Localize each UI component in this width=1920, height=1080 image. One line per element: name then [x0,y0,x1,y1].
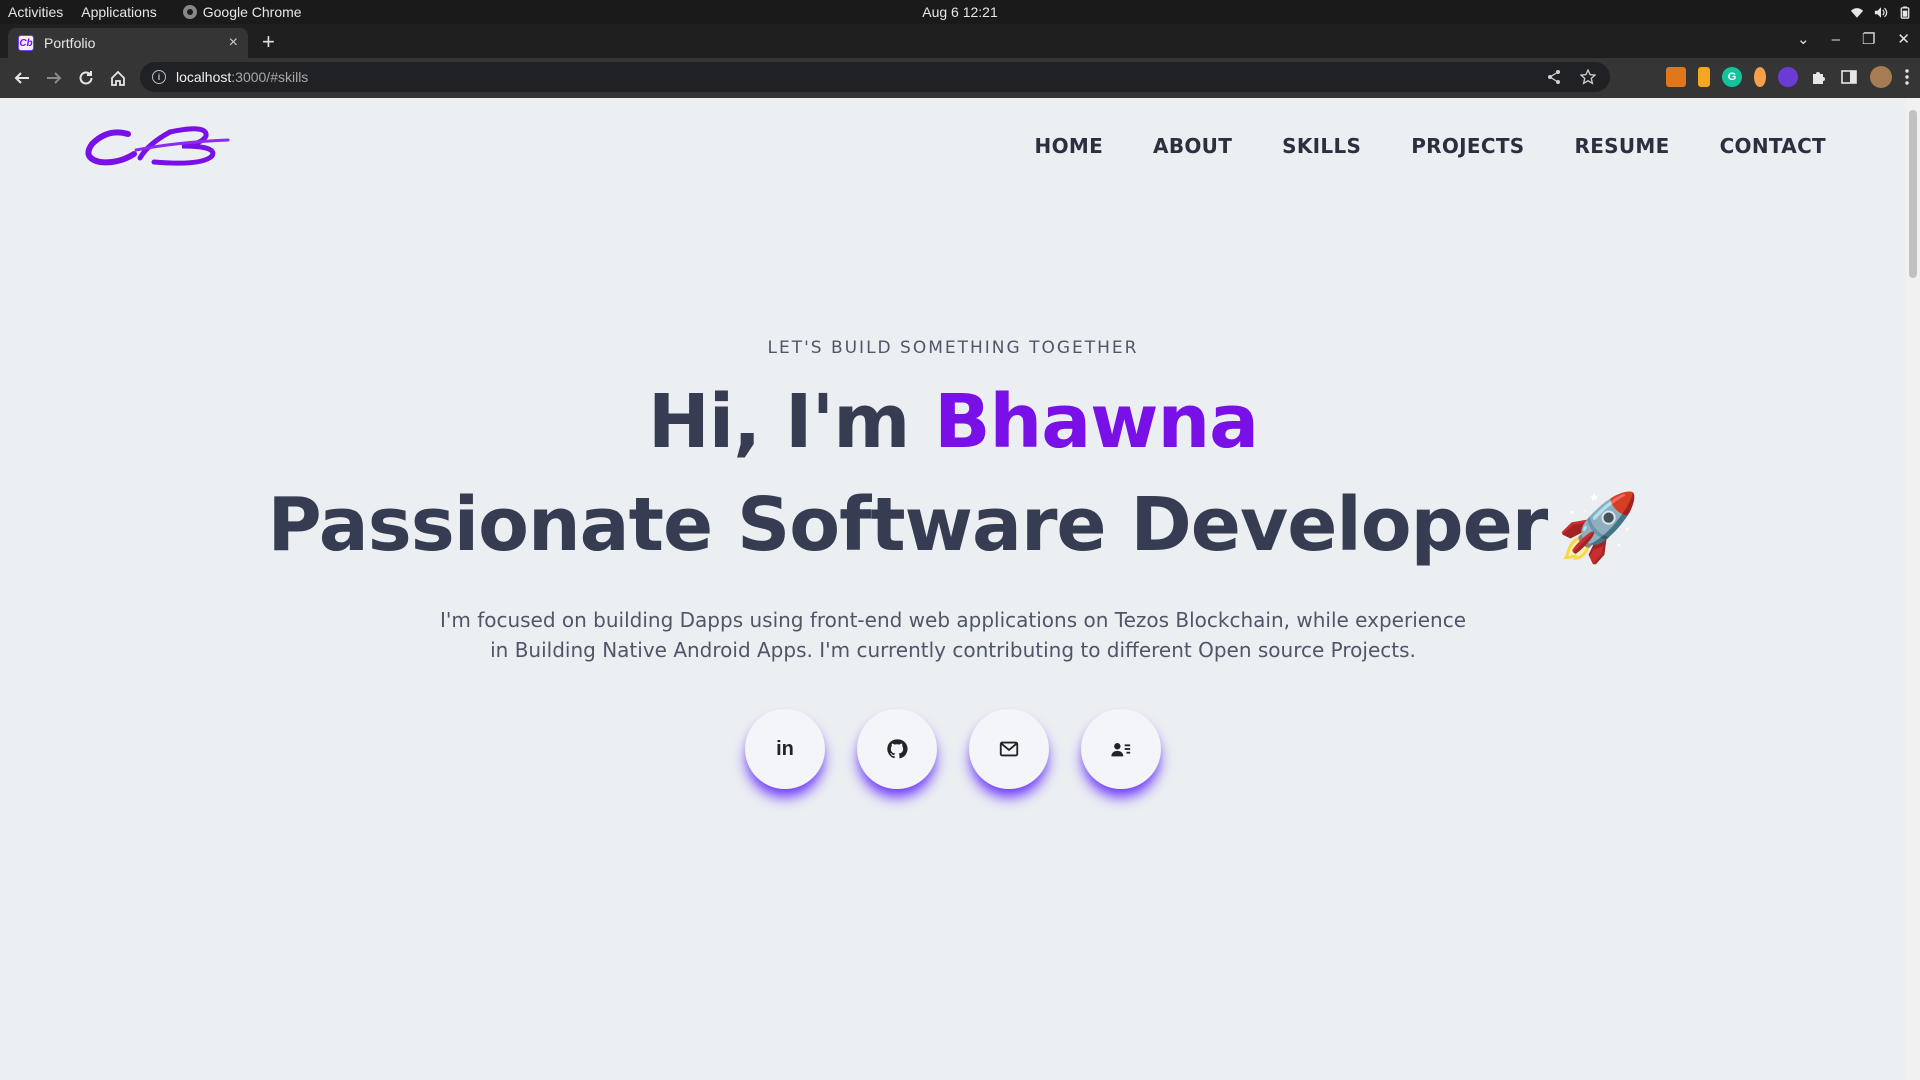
more-menu-icon[interactable] [1904,68,1910,86]
nav-resume[interactable]: RESUME [1575,134,1670,158]
mail-icon [999,741,1019,757]
nav-about[interactable]: ABOUT [1153,134,1232,158]
wifi-icon [1850,7,1864,18]
site-nav: HOME ABOUT SKILLS PROJECTS RESUME CONTAC… [1035,134,1826,158]
extension-icon[interactable] [1778,67,1798,87]
app-name: Google Chrome [202,4,302,20]
scrollbar-thumb[interactable] [1909,110,1917,278]
site-logo[interactable] [78,114,238,174]
linkedin-icon: in [776,737,794,760]
resume-contact-button[interactable] [1081,709,1161,789]
os-top-bar: Activities Applications Google Chrome Au… [0,0,1920,24]
minimize-button[interactable]: – [1832,31,1840,48]
profile-avatar[interactable] [1870,66,1892,88]
hero-name: Bhawna [934,379,1259,465]
hero-intro: I'm focused on building Dapps using fron… [439,608,1467,662]
new-tab-button[interactable]: + [262,30,275,54]
tab-close-button[interactable]: × [229,34,238,52]
extension-icon[interactable] [1754,67,1766,87]
page-scrollbar[interactable] [1906,98,1920,1080]
reload-icon [79,71,93,85]
puzzle-icon[interactable] [1810,68,1828,86]
browser-toolbar: i localhost:3000/#skills G [0,58,1920,98]
applications-menu[interactable]: Applications [81,4,157,20]
cb-signature-logo-icon [85,126,230,166]
extension-icon[interactable] [1698,67,1710,87]
home-icon [111,70,125,86]
bookmark-star-icon[interactable] [1580,69,1596,85]
hero-role: Passionate Software Developer 🚀 [0,470,1906,583]
metamask-extension-icon[interactable] [1666,67,1686,87]
github-icon [887,739,908,759]
tab-strip: Cb Portfolio × + ⌄ – ❐ ✕ [0,24,1920,58]
nav-projects[interactable]: PROJECTS [1411,134,1524,158]
address-bar[interactable]: i localhost:3000/#skills [140,62,1610,92]
nav-skills[interactable]: SKILLS [1282,134,1361,158]
github-button[interactable] [857,709,937,789]
greeting-text: Hi, I'm [647,379,935,465]
tab-portfolio[interactable]: Cb Portfolio × [8,28,248,58]
arrow-right-icon [47,72,62,84]
volume-icon [1874,6,1888,18]
url-host: localhost [176,69,232,85]
email-button[interactable] [969,709,1049,789]
role-text: Passionate Software Developer [267,482,1549,568]
close-window-button[interactable]: ✕ [1897,30,1910,48]
window-controls: ⌄ – ❐ ✕ [1797,30,1910,49]
clock[interactable]: Aug 6 12:21 [922,4,998,20]
maximize-button[interactable]: ❐ [1862,30,1875,48]
nav-contact[interactable]: CONTACT [1720,134,1826,158]
battery-icon [1900,5,1910,19]
social-links: in [0,709,1906,789]
tab-title: Portfolio [44,35,96,51]
home-button[interactable] [102,62,134,94]
rocket-icon: 🚀 [1557,489,1639,566]
side-panel-icon[interactable] [1840,68,1858,86]
extensions-area: G [1666,66,1910,88]
system-tray[interactable] [1850,5,1912,19]
hero-section: LET'S BUILD SOMETHING TOGETHER Hi, I'm B… [0,338,1906,789]
linkedin-button[interactable]: in [745,709,825,789]
grammarly-extension-icon[interactable]: G [1722,67,1742,87]
nav-home[interactable]: HOME [1035,134,1104,158]
forward-button[interactable] [38,62,70,94]
hero-greeting: Hi, I'm Bhawna [0,372,1906,472]
url-path: :3000/#skills [231,69,309,85]
share-icon[interactable] [1546,69,1562,85]
reload-button[interactable] [70,62,102,94]
activities-button[interactable]: Activities [8,4,63,20]
tab-search-button[interactable]: ⌄ [1797,30,1810,48]
arrow-left-icon [14,72,29,84]
site-favicon-icon: Cb [18,35,34,51]
contact-card-icon [1111,743,1131,757]
site-info-icon[interactable]: i [152,70,166,84]
hero-eyebrow: LET'S BUILD SOMETHING TOGETHER [767,338,1139,358]
chrome-icon [182,5,197,19]
back-button[interactable] [6,62,38,94]
app-indicator[interactable]: Google Chrome [182,4,302,20]
web-page: HOME ABOUT SKILLS PROJECTS RESUME CONTAC… [0,98,1906,1080]
